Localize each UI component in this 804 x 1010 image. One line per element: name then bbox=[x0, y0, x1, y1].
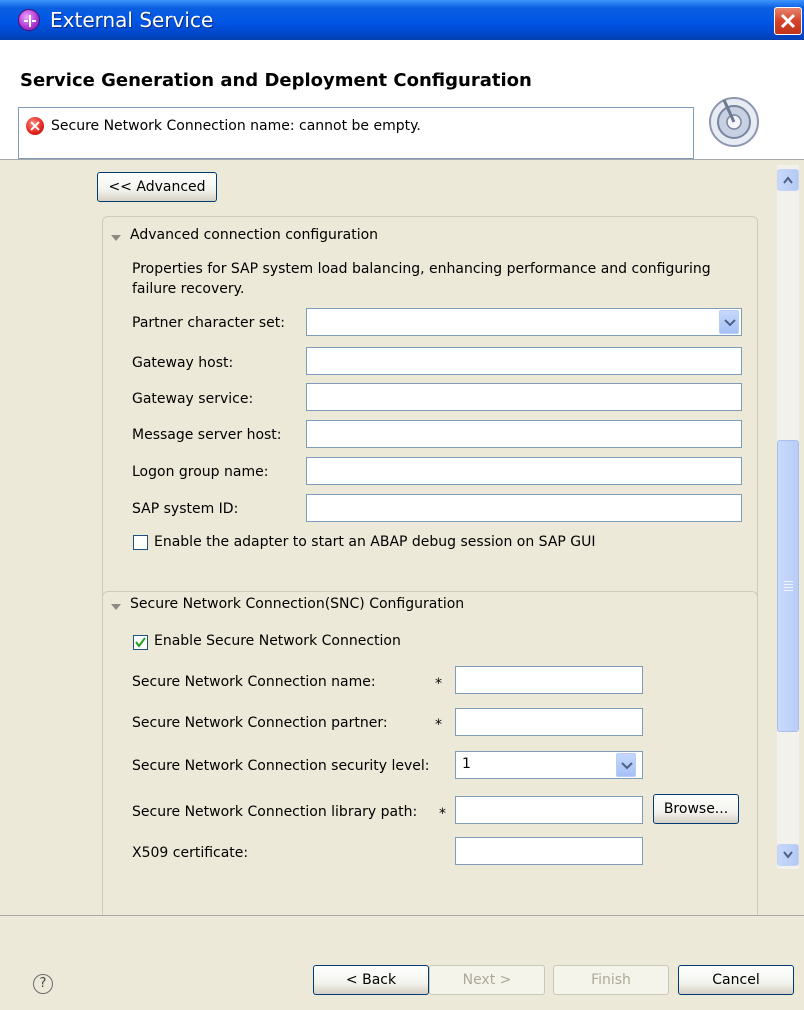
close-window-button[interactable] bbox=[774, 7, 802, 35]
logon-group-name-input[interactable] bbox=[306, 457, 742, 485]
finish-button[interactable]: Finish bbox=[553, 965, 669, 995]
wizard-banner-graphic bbox=[709, 97, 759, 147]
snc-security-level-combo[interactable]: 1 bbox=[455, 751, 643, 779]
x509-certificate-input[interactable] bbox=[455, 837, 643, 865]
partner-charset-label: Partner character set: bbox=[132, 315, 285, 331]
browse-button[interactable]: Browse... bbox=[653, 794, 739, 824]
gateway-host-input[interactable] bbox=[306, 347, 742, 375]
external-service-dialog: External Service Service Generation and … bbox=[0, 0, 804, 1010]
error-icon bbox=[26, 117, 44, 135]
abap-debug-label[interactable]: Enable the adapter to start an ABAP debu… bbox=[154, 534, 596, 550]
required-asterisk: * bbox=[439, 806, 446, 822]
scrollbar-thumb[interactable] bbox=[777, 440, 799, 732]
message-server-host-label: Message server host: bbox=[132, 427, 282, 443]
collapse-twisty-icon[interactable] bbox=[111, 235, 121, 241]
required-asterisk: * bbox=[435, 676, 442, 692]
snc-section-title[interactable]: Secure Network Connection(SNC) Configura… bbox=[130, 596, 464, 612]
wizard-footer: ? < Back Next > Finish Cancel bbox=[0, 915, 804, 1010]
error-message-box: Secure Network Connection name: cannot b… bbox=[18, 107, 694, 159]
enable-snc-label[interactable]: Enable Secure Network Connection bbox=[154, 633, 401, 649]
next-button[interactable]: Next > bbox=[429, 965, 545, 995]
snc-security-level-label: Secure Network Connection security level… bbox=[132, 758, 430, 774]
thumb-grip bbox=[784, 590, 793, 591]
snc-partner-input[interactable] bbox=[455, 708, 643, 736]
snc-partner-label: Secure Network Connection partner: bbox=[132, 715, 388, 731]
collapse-twisty-icon[interactable] bbox=[111, 604, 121, 610]
gateway-service-label: Gateway service: bbox=[132, 391, 254, 407]
snc-name-input[interactable] bbox=[455, 666, 643, 694]
snc-name-label: Secure Network Connection name: bbox=[132, 674, 376, 690]
vertical-scrollbar[interactable] bbox=[777, 165, 799, 869]
thumb-grip bbox=[784, 587, 793, 588]
logon-group-name-label: Logon group name: bbox=[132, 464, 269, 480]
snc-library-path-label: Secure Network Connection library path: bbox=[132, 804, 418, 820]
advanced-description-line2: failure recovery. bbox=[132, 281, 245, 297]
sap-system-id-label: SAP system ID: bbox=[132, 501, 239, 517]
thumb-grip bbox=[784, 584, 793, 585]
page-title: Service Generation and Deployment Config… bbox=[20, 70, 532, 91]
advanced-description-line1: Properties for SAP system load balancing… bbox=[132, 261, 711, 277]
sap-system-id-input[interactable] bbox=[306, 494, 742, 522]
partner-charset-combo[interactable] bbox=[306, 308, 742, 336]
back-button[interactable]: < Back bbox=[313, 965, 429, 995]
advanced-section-title[interactable]: Advanced connection configuration bbox=[130, 227, 378, 243]
enable-snc-checkbox[interactable] bbox=[133, 635, 148, 650]
window-title: External Service bbox=[50, 8, 214, 32]
wizard-header: Service Generation and Deployment Config… bbox=[0, 40, 804, 160]
error-message-text: Secure Network Connection name: cannot b… bbox=[51, 118, 421, 134]
help-icon[interactable]: ? bbox=[33, 974, 53, 994]
message-server-host-input[interactable] bbox=[306, 420, 742, 448]
snc-library-path-input[interactable] bbox=[455, 796, 643, 824]
gateway-service-input[interactable] bbox=[306, 383, 742, 411]
scroll-down-button[interactable] bbox=[777, 844, 799, 866]
advanced-toggle-button[interactable]: << Advanced bbox=[97, 172, 217, 202]
chevron-down-icon[interactable] bbox=[719, 310, 739, 334]
title-bar[interactable]: External Service bbox=[0, 0, 804, 40]
abap-debug-checkbox[interactable] bbox=[133, 535, 148, 550]
external-service-app-icon bbox=[18, 9, 40, 31]
scroll-up-button[interactable] bbox=[777, 169, 799, 191]
thumb-grip bbox=[784, 581, 793, 582]
x509-certificate-label: X509 certificate: bbox=[132, 845, 249, 861]
chevron-down-icon[interactable] bbox=[616, 753, 636, 777]
required-asterisk: * bbox=[435, 717, 442, 733]
wizard-content: << Advanced Advanced connection configur… bbox=[0, 161, 804, 915]
gateway-host-label: Gateway host: bbox=[132, 355, 234, 371]
cancel-button[interactable]: Cancel bbox=[678, 965, 794, 995]
